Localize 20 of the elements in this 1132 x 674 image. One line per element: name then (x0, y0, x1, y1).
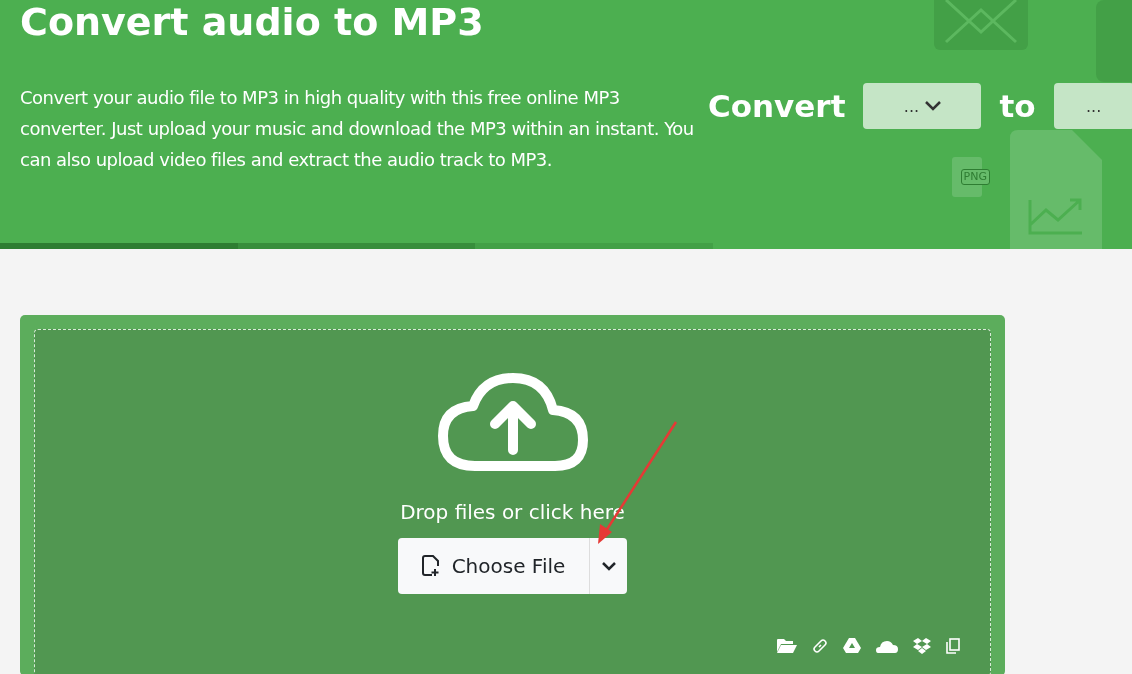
cloud-icon[interactable] (876, 639, 898, 653)
cloud-upload-icon (436, 372, 589, 472)
caret-icon (925, 101, 942, 111)
format-select[interactable]: ... (863, 83, 982, 129)
file-plus-icon (421, 555, 440, 577)
copy-icon[interactable] (946, 638, 960, 654)
convert-label: Convert (708, 88, 846, 124)
dropbox-icon[interactable] (913, 638, 931, 654)
envelope-icon (934, 0, 1028, 50)
choose-file-button[interactable]: Choose File (397, 538, 590, 594)
caret-icon (601, 561, 616, 571)
link-icon[interactable] (812, 638, 828, 654)
folder-icon[interactable] (777, 639, 797, 653)
to-label: to (999, 88, 1036, 124)
dropdown-button[interactable] (589, 538, 628, 594)
drive-icon[interactable] (843, 638, 861, 654)
file-badge-label: PNG (960, 169, 990, 185)
page-title: Convert audio to MP3 (20, 0, 485, 46)
description-text: Convert your audio file to MP3 in high quality with this free online MP3 converter. Just upload your music and download the MP3 within an instant. You can also upload video files and extract the audio track to MP3. (20, 86, 695, 172)
format-select[interactable]: ... (1053, 83, 1132, 129)
